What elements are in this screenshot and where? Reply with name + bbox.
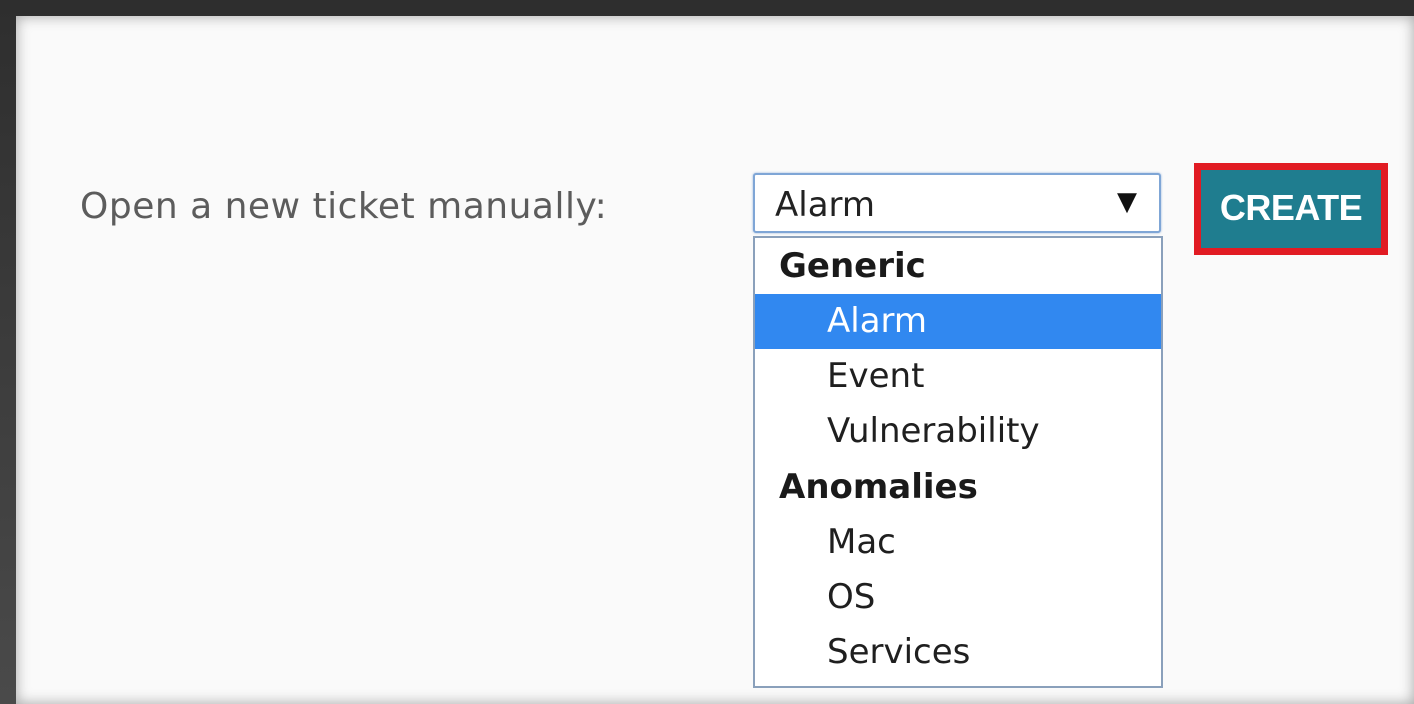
ticket-type-select[interactable]: Alarm ▼ [753,173,1161,233]
chevron-down-icon: ▼ [1117,187,1137,217]
ticket-panel [16,16,1414,704]
select-value: Alarm [775,185,876,225]
optgroup-anomalies: Anomalies [779,467,978,507]
option-vulnerability[interactable]: Vulnerability [755,404,1161,459]
create-button-label: CREATE [1201,170,1381,248]
screen: Open a new ticket manually: Alarm ▼ Gene… [0,0,1414,704]
optgroup-generic: Generic [779,246,926,286]
open-ticket-label: Open a new ticket manually: [80,186,608,227]
option-alarm[interactable]: Alarm [755,294,1161,349]
option-event[interactable]: Event [755,349,1161,404]
create-button[interactable]: CREATE [1194,163,1388,255]
option-mac[interactable]: Mac [755,515,1161,570]
option-os[interactable]: OS [755,570,1161,625]
option-services[interactable]: Services [755,625,1161,680]
ticket-type-dropdown: Generic Alarm Event Vulnerability Anomal… [753,236,1163,688]
